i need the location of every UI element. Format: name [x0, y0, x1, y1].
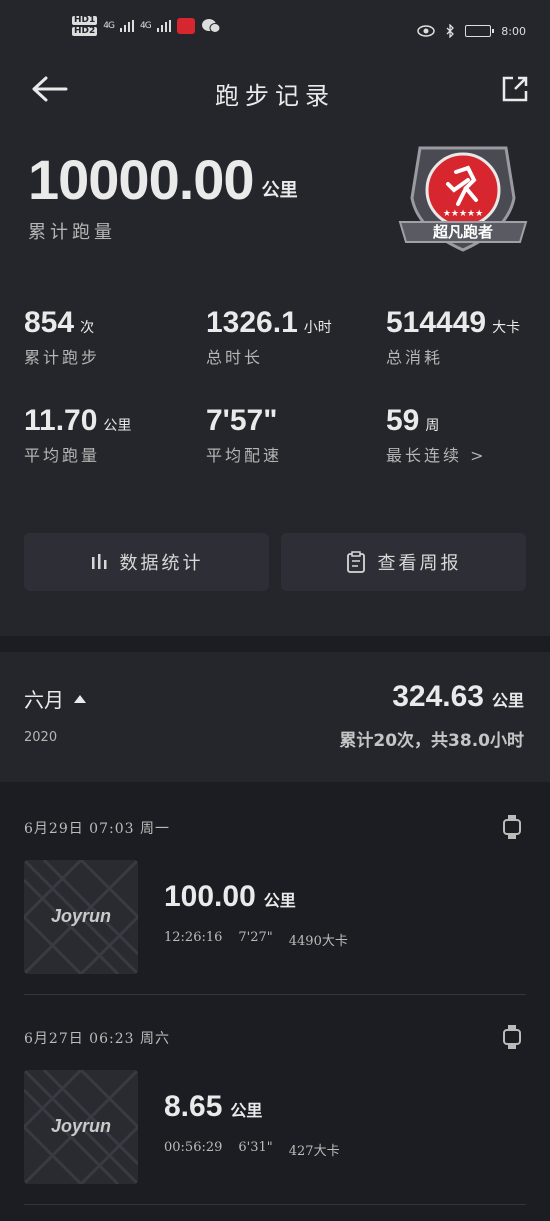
data-stats-label: 数据统计 [119, 553, 204, 574]
stat-label: 累计跑步 [24, 348, 101, 367]
share-icon[interactable] [500, 74, 530, 104]
stat-label: 平均跑量 [24, 446, 101, 465]
record-distance-unit: 公里 [230, 1101, 263, 1120]
run-record[interactable]: 6月27日 06:23 周六 Joyrun 8.65 公里 00:56:29 6… [0, 1006, 550, 1206]
stat-run-count: 854 次 累计跑步 [24, 306, 100, 368]
thumbnail-logo: Joyrun [50, 1116, 111, 1136]
record-distance-unit: 公里 [263, 891, 296, 910]
eye-icon [417, 25, 436, 37]
clipboard-icon [346, 551, 365, 573]
stat-unit: 周 [425, 418, 440, 434]
watch-icon [503, 815, 521, 839]
signal-bars-icon [156, 20, 171, 32]
stat-label: 最长连续 > [386, 446, 487, 465]
stat-value: 11.70 [24, 404, 98, 437]
bluetooth-icon [446, 24, 455, 38]
route-thumbnail: Joyrun [24, 860, 138, 974]
app-notification-icon [176, 18, 195, 34]
record-meta: 12:26:16 7'27" 4490大卡 [164, 930, 348, 949]
watch-icon [503, 1025, 521, 1049]
hd2-label: HD2 [72, 26, 98, 36]
stat-value: 1326.1 [206, 306, 298, 339]
stat-avg-pace: 7'57" 平均配速 [206, 404, 283, 466]
svg-text:★★★★★: ★★★★★ [443, 209, 483, 219]
record-pace: 6'31" [238, 1140, 273, 1155]
hd1-label: HD1 [72, 15, 98, 25]
record-distance-value: 100.00 [164, 880, 256, 913]
status-time: 8:00 [501, 24, 526, 38]
run-record[interactable]: 6月29日 07:03 周一 Joyrun 100.00 公里 12:26:16… [0, 796, 550, 996]
status-left: HD1 HD2 4G 4G [72, 16, 221, 36]
record-calories: 4490大卡 [288, 934, 348, 949]
record-pace: 7'27" [238, 930, 273, 945]
month-summary-text: 累计20次，共38.0小时 [339, 731, 524, 751]
stat-longest-streak[interactable]: 59 周 最长连续 > [386, 404, 487, 466]
stat-value: 514449 [386, 306, 487, 339]
record-distance-value: 8.65 [164, 1090, 223, 1123]
total-distance-value: 10000.00 [28, 148, 255, 211]
record-date: 6月27日 06:23 周六 [24, 1031, 170, 1047]
stat-label: 总消耗 [386, 348, 444, 367]
stat-total-time: 1326.1 小时 总时长 [206, 306, 332, 368]
caret-up-icon [74, 694, 86, 703]
data-stats-button[interactable]: 数据统计 [24, 533, 269, 591]
battery-icon [465, 25, 495, 37]
stat-value: 854 [24, 306, 75, 339]
route-thumbnail: Joyrun [24, 1070, 138, 1184]
record-distance: 100.00 公里 [164, 880, 296, 914]
bar-chart-icon [91, 554, 106, 569]
record-duration: 12:26:16 [164, 930, 223, 945]
thumbnail-logo: Joyrun [50, 906, 111, 926]
stat-value: 59 [386, 404, 420, 437]
weekly-report-label: 查看周报 [377, 553, 462, 574]
total-distance-unit: 公里 [261, 180, 298, 201]
stat-value: 7'57" [206, 404, 278, 437]
signal2-label: 4G [139, 21, 152, 31]
stat-unit: 小时 [303, 320, 332, 336]
month-distance-unit: 公里 [491, 691, 524, 710]
signal-bars-icon [119, 20, 134, 32]
status-bar: HD1 HD2 4G 4G 8:00 [0, 0, 550, 66]
stat-avg-distance: 11.70 公里 平均跑量 [24, 404, 131, 466]
divider [24, 1204, 526, 1205]
signal1-label: 4G [103, 21, 115, 31]
record-duration: 00:56:29 [164, 1140, 223, 1155]
total-distance-label: 累计跑量 [28, 222, 116, 243]
stat-total-calories: 514449 大卡 总消耗 [386, 306, 520, 368]
wechat-icon [201, 19, 221, 33]
badge-label: 超凡跑者 [432, 223, 493, 241]
divider [24, 994, 526, 995]
stat-label: 平均配速 [206, 446, 283, 465]
total-distance: 10000.00 公里 [28, 150, 298, 210]
hd-indicators: HD1 HD2 [72, 15, 98, 36]
month-distance: 324.63 公里 [392, 680, 524, 714]
record-date: 6月29日 07:03 周一 [24, 821, 170, 837]
nav-bar: 跑步记录 [0, 66, 550, 116]
record-distance: 8.65 公里 [164, 1090, 262, 1124]
month-summary: 六月 2020 324.63 公里 累计20次，共38.0小时 [0, 652, 550, 782]
month-year: 2020 [24, 730, 58, 745]
stat-label: 总时长 [206, 348, 264, 367]
month-title: 六月 [24, 688, 64, 712]
runner-badge[interactable]: ★★★★★ 超凡跑者 [396, 138, 530, 258]
record-meta: 00:56:29 6'31" 427大卡 [164, 1140, 340, 1159]
stat-unit: 公里 [103, 418, 132, 434]
status-right: 8:00 [417, 24, 526, 38]
page-title: 跑步记录 [215, 82, 335, 110]
stat-unit: 次 [80, 320, 95, 336]
month-toggle[interactable]: 六月 [24, 684, 86, 713]
weekly-report-button[interactable]: 查看周报 [281, 533, 526, 591]
record-calories: 427大卡 [288, 1144, 340, 1159]
stat-unit: 大卡 [492, 320, 521, 336]
month-distance-value: 324.63 [392, 680, 484, 713]
